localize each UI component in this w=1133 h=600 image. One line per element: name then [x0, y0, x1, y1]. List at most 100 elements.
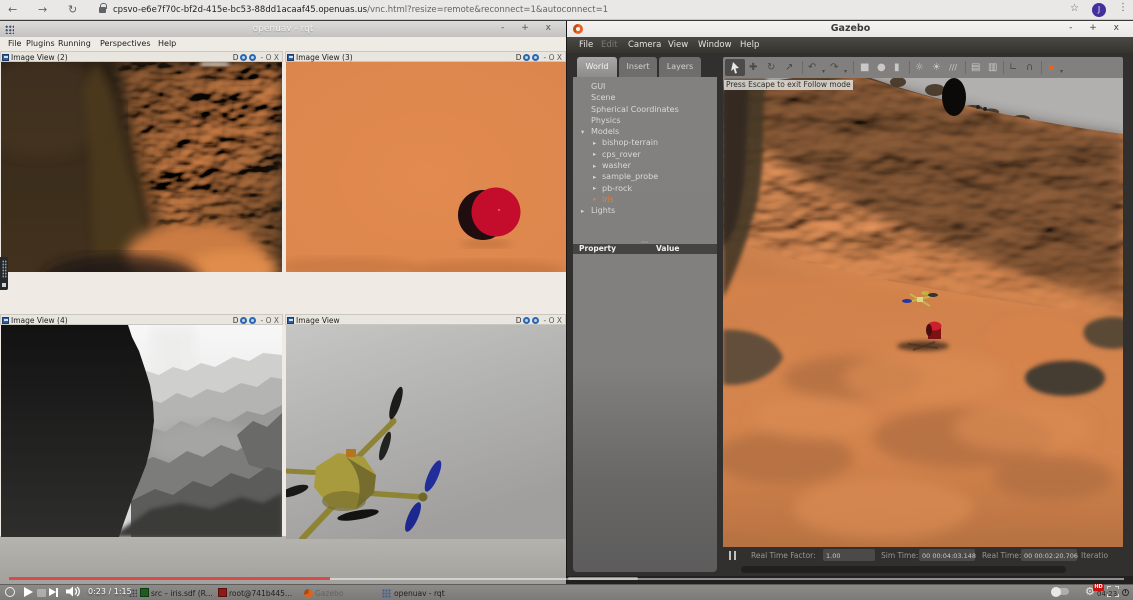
gz-menu-edit[interactable]: Edit — [601, 40, 617, 50]
refresh-icon[interactable] — [240, 317, 247, 324]
video-progress-filled[interactable] — [9, 577, 330, 580]
autoplay-toggle[interactable] — [1052, 588, 1069, 595]
box-shape-icon[interactable]: ■ — [860, 60, 869, 75]
caret-right-icon[interactable]: ▸ — [593, 162, 596, 170]
tree-item-physics[interactable]: Physics — [573, 116, 717, 127]
undo-icon[interactable]: ↶ — [808, 60, 816, 75]
refresh-icon[interactable] — [240, 54, 247, 61]
gz-menu-view[interactable]: View — [668, 40, 688, 50]
image-view-4-titlebar[interactable]: Image View (4) D- O X — [0, 314, 283, 325]
refresh-icon[interactable] — [523, 317, 530, 324]
align-icon[interactable]: ∟ — [1009, 60, 1017, 75]
redo-icon[interactable]: ↷ — [830, 60, 838, 75]
reload-icon[interactable]: ↻ — [68, 3, 77, 16]
select-tool-button[interactable] — [725, 59, 745, 76]
undo-dropdown-icon[interactable]: ▾ — [822, 64, 825, 79]
taskbar-gazebo-icon[interactable] — [304, 589, 313, 598]
paste-icon[interactable]: ▥ — [988, 60, 997, 75]
taskbar-item-rqt[interactable]: openuav - rqt — [394, 589, 445, 598]
image-view-2-titlebar[interactable]: Image View (2) D- O X — [0, 51, 283, 62]
taskbar-item-src[interactable]: src – iris.sdf (R... — [151, 589, 213, 598]
rqt-menu-help[interactable]: Help — [158, 39, 176, 48]
help-icon[interactable] — [249, 317, 256, 324]
tab-layers[interactable]: Layers — [659, 57, 701, 78]
gz-menu-window[interactable]: Window — [698, 40, 732, 50]
gazebo-titlebar[interactable]: Gazebo - + x — [567, 21, 1133, 37]
dock-button[interactable]: D — [516, 316, 522, 325]
insert-model-icon[interactable]: ▪ — [1048, 60, 1055, 75]
tree-item-bishop-terrain[interactable]: ▸bishop-terrain — [573, 138, 717, 149]
tree-item-iris[interactable]: ▸iris — [573, 195, 717, 206]
tree-item-pb-rock[interactable]: ▸pb-rock — [573, 184, 717, 195]
panel-window-buttons[interactable]: - O X — [260, 53, 279, 62]
bookmark-star-icon[interactable]: ☆ — [1070, 3, 1079, 14]
taskbar-rqt-icon[interactable] — [382, 589, 391, 598]
video-replay-icon[interactable] — [5, 587, 15, 597]
snap-icon[interactable]: ∩ — [1026, 60, 1033, 75]
point-light-icon[interactable]: ☼ — [915, 60, 924, 75]
caret-right-icon[interactable]: ▸ — [593, 173, 596, 181]
tree-item-washer[interactable]: ▸washer — [573, 161, 717, 172]
lock-icon[interactable] — [99, 7, 106, 13]
dock-handle[interactable] — [0, 257, 8, 290]
rotate-tool-icon[interactable]: ↻ — [767, 60, 775, 75]
scale-tool-icon[interactable]: ↗ — [785, 60, 793, 75]
tree-item-models[interactable]: ▾Models — [573, 127, 717, 138]
video-progress-track[interactable] — [330, 578, 1124, 580]
rqt-titlebar[interactable]: openuav - rqt - + x — [0, 21, 566, 37]
terminal-green-icon[interactable] — [140, 588, 149, 597]
rqt-menu-file[interactable]: File — [8, 39, 21, 48]
caret-right-icon[interactable]: ▸ — [593, 150, 596, 158]
caret-down-icon[interactable]: ▾ — [581, 128, 584, 136]
panel-window-buttons[interactable]: - O X — [543, 316, 562, 325]
help-icon[interactable] — [532, 54, 539, 61]
timebar-scrollbar[interactable] — [741, 566, 1066, 573]
power-icon[interactable] — [1122, 589, 1129, 596]
sphere-shape-icon[interactable]: ● — [877, 60, 886, 75]
gazebo-3d-viewport[interactable] — [723, 78, 1123, 547]
panel-window-buttons[interactable]: - O X — [543, 53, 562, 62]
dock-button[interactable]: D — [516, 53, 522, 62]
tree-item-sample-probe[interactable]: ▸sample_probe — [573, 172, 717, 183]
fullscreen-icon[interactable] — [1107, 586, 1119, 597]
volume-icon[interactable] — [66, 586, 81, 597]
taskbar-item-gazebo[interactable]: Gazebo — [315, 589, 343, 598]
tab-insert[interactable]: Insert — [619, 57, 657, 78]
forward-icon[interactable]: → — [38, 3, 47, 16]
video-play-icon[interactable] — [24, 587, 33, 597]
rqt-menu-perspectives[interactable]: Perspectives — [100, 39, 151, 48]
gz-menu-help[interactable]: Help — [740, 40, 759, 50]
caret-right-icon[interactable]: ▸ — [581, 207, 584, 215]
pause-icon[interactable] — [729, 551, 736, 560]
dock-button[interactable]: D — [233, 53, 239, 62]
insert-dropdown-icon[interactable]: ▾ — [1060, 64, 1063, 79]
move-tool-icon[interactable]: ✚ — [749, 60, 757, 75]
cylinder-shape-icon[interactable]: ▮ — [894, 60, 900, 75]
rqt-menu-plugins[interactable]: Plugins — [26, 39, 55, 48]
dock-button[interactable]: D — [233, 316, 239, 325]
browser-menu-icon[interactable]: ⋮ — [1118, 2, 1128, 13]
help-icon[interactable] — [532, 317, 539, 324]
tree-item-scene[interactable]: Scene — [573, 93, 717, 104]
caret-right-icon[interactable]: ▸ — [593, 139, 596, 147]
profile-avatar[interactable]: J — [1092, 3, 1106, 17]
video-miniplayer-icon[interactable] — [37, 589, 46, 597]
gazebo-window-buttons[interactable]: - + x — [1069, 23, 1126, 33]
rqt-menu-running[interactable]: Running — [58, 39, 91, 48]
taskbar-item-root[interactable]: root@741b445... — [229, 589, 292, 598]
terminal-red-icon[interactable] — [218, 588, 227, 597]
copy-icon[interactable]: ▤ — [971, 60, 980, 75]
image-view-3-titlebar[interactable]: Image View (3) D- O X — [285, 51, 566, 62]
caret-right-icon[interactable]: ▸ — [593, 195, 596, 203]
directional-light-icon[interactable]: /// — [949, 60, 957, 75]
tree-item-cps-rover[interactable]: ▸cps_rover — [573, 150, 717, 161]
tree-item-lights[interactable]: ▸Lights — [573, 206, 717, 217]
back-icon[interactable]: ← — [8, 3, 17, 16]
gz-menu-file[interactable]: File — [579, 40, 593, 50]
tree-item-spherical-coordinates[interactable]: Spherical Coordinates — [573, 105, 717, 116]
redo-dropdown-icon[interactable]: ▾ — [844, 64, 847, 79]
panel-window-buttons[interactable]: - O X — [260, 316, 279, 325]
gz-menu-camera[interactable]: Camera — [628, 40, 661, 50]
rqt-window-buttons[interactable]: - + x — [501, 23, 558, 33]
image-view-titlebar[interactable]: Image View D- O X — [285, 314, 566, 325]
